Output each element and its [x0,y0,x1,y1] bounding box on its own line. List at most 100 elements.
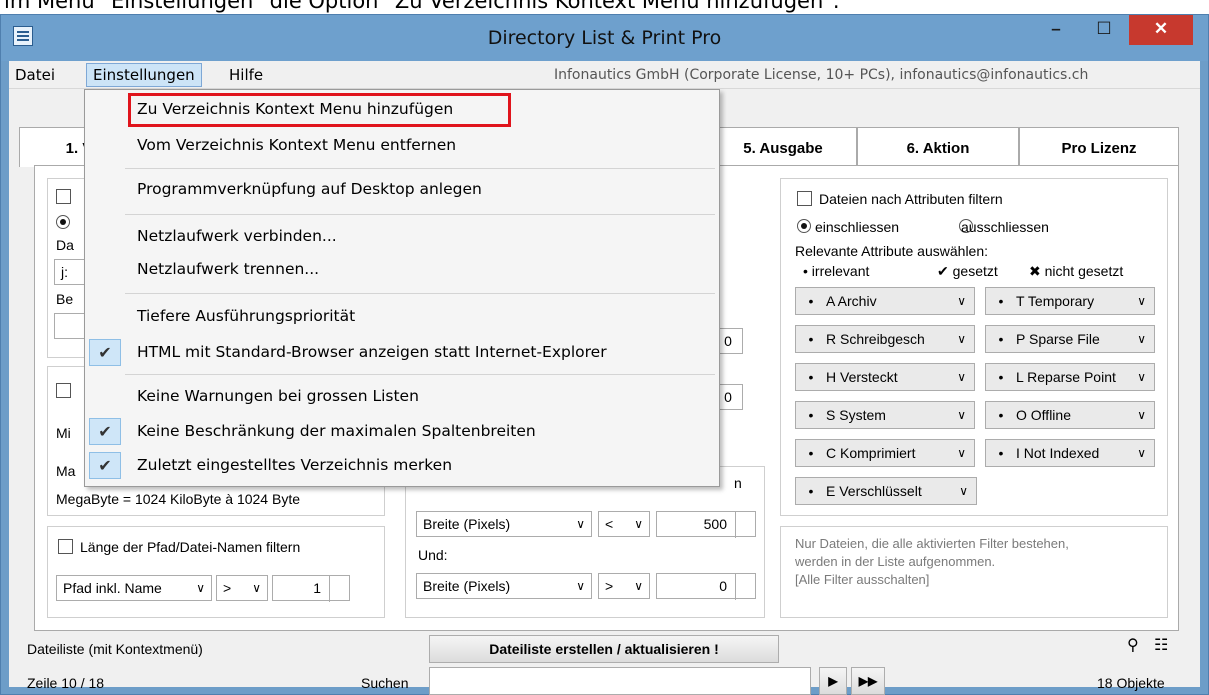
megabyte-note: MegaByte = 1024 KiloByte à 1024 Byte [56,491,300,507]
width-value-2-stepper[interactable]: 0 [656,573,756,600]
minimize-button[interactable]: – [1033,15,1079,45]
create-list-button[interactable]: Dateiliste erstellen / aktualisieren ! [429,635,779,663]
menu-item-desktop-shortcut[interactable]: Programmverknüpfung auf Desktop anlegen [85,173,719,206]
filter-icon[interactable]: ⚲ [1127,635,1139,655]
tab-pro-lizenz[interactable]: Pro Lizenz [1019,127,1179,167]
chevron-down-icon: ∨ [1137,446,1146,460]
attr-reparse-point[interactable]: • L Reparse Point ∨ [985,363,1155,391]
menu-item-label: Netzlaufwerk trennen... [137,260,320,278]
path-combo-value: Pfad inkl. Name [63,580,162,596]
dot-icon: • [998,369,1004,385]
attribute-filter-checkbox[interactable] [797,191,812,206]
menu-einstellungen[interactable]: Einstellungen [86,63,202,87]
dot-icon: • [998,445,1004,461]
attr-temporary[interactable]: • T Temporary ∨ [985,287,1155,315]
directory-radio[interactable] [56,215,70,229]
menu-item-connect-drive[interactable]: Netzlaufwerk verbinden... [85,220,719,253]
menu-hilfe[interactable]: Hilfe [223,63,269,87]
tab-ausgabe[interactable]: 5. Ausgabe [709,127,857,167]
path-combo[interactable]: Pfad inkl. Name ∨ [56,575,212,601]
chevron-down-icon: ∨ [634,579,643,593]
menu-item-html-browser[interactable]: ✔ HTML mit Standard-Browser anzeigen stat… [85,336,719,369]
title-bar: Directory List & Print Pro – ☐ ✕ [1,15,1208,61]
search-input[interactable] [429,667,811,695]
attr-verschluesselt[interactable]: • E Verschlüsselt ∨ [795,477,977,505]
menu-datei[interactable]: Datei [9,63,61,87]
attribute-filter-group: Dateien nach Attributen filtern einschli… [780,178,1168,516]
width-operator-2[interactable]: > ∨ [598,573,650,599]
attr-reparse-point-label: L Reparse Point [1016,369,1116,385]
relevant-label: Relevante Attribute auswählen: [795,243,989,259]
attr-versteckt-label: H Versteckt [826,369,898,385]
width-operator-1[interactable]: < ∨ [598,511,650,537]
menu-item-label: Keine Beschränkung der maximalen Spalten… [137,422,536,440]
dot-icon: • [808,407,814,423]
include-radio[interactable] [797,219,811,233]
chevron-down-icon: ∨ [576,579,585,593]
attr-system[interactable]: • S System ∨ [795,401,975,429]
attr-schreibgeschuetzt[interactable]: • R Schreibgesch ∨ [795,325,975,353]
partial-label-da: Da [56,237,74,253]
stepper-arrows-icon[interactable] [329,576,349,602]
attr-archiv-label: A Archiv [826,293,877,309]
legend-notset: ✖ nicht gesetzt [1029,263,1124,279]
width-combo-1[interactable]: Breite (Pixels) ∨ [416,511,592,537]
close-button[interactable]: ✕ [1129,15,1193,45]
include-label: einschliessen [815,219,900,235]
directory-checkbox[interactable] [56,189,71,204]
width-value-1: 500 [703,516,727,532]
path-operator-value: > [223,580,232,596]
legend-irrelevant: • irrelevant [803,263,870,279]
menu-item-label: Vom Verzeichnis Kontext Menu entfernen [137,136,457,154]
directory-combo-value: j: [61,264,68,280]
menu-item-no-column-limit[interactable]: ✔ Keine Beschränkung der maximalen Spalte… [85,415,719,448]
chevron-down-icon: ∨ [1137,332,1146,346]
menu-item-remember-directory[interactable]: ✔ Zuletzt eingestelltes Verzeichnis merke… [85,449,719,482]
object-count: 18 Objekte [1097,675,1165,691]
size-filter-checkbox[interactable] [56,383,71,398]
search-next-button[interactable]: ▶ [819,667,847,695]
attr-versteckt[interactable]: • H Versteckt ∨ [795,363,975,391]
search-last-button[interactable]: ▶▶ [851,667,885,695]
dot-icon: • [998,331,1004,347]
check-icon: ✔ [89,418,121,445]
menu-item-remove-context-menu[interactable]: Vom Verzeichnis Kontext Menu entfernen [85,129,719,162]
width-combo-1-value: Breite (Pixels) [423,516,511,532]
path-length-checkbox[interactable] [58,539,73,554]
width-value-1-stepper[interactable]: 500 [656,511,756,538]
menu-item-label: Programmverknüpfung auf Desktop anlegen [137,180,482,198]
menu-item-lower-priority[interactable]: Tiefere Ausführungspriorität [85,300,719,333]
attr-komprimiert[interactable]: • C Komprimiert ∨ [795,439,975,467]
tab-aktion[interactable]: 6. Aktion [857,127,1019,167]
chevron-down-icon: ∨ [1137,408,1146,422]
legend-set: ✔ gesetzt [937,263,998,279]
attr-sparse-file[interactable]: • P Sparse File ∨ [985,325,1155,353]
maximize-button[interactable]: ☐ [1081,15,1127,45]
path-operator-combo[interactable]: > ∨ [216,575,268,601]
attr-offline[interactable]: • O Offline ∨ [985,401,1155,429]
menu-item-disconnect-drive[interactable]: Netzlaufwerk trennen... [85,253,719,286]
highlight-frame [128,93,511,127]
menu-item-label: Tiefere Ausführungspriorität [137,307,356,325]
menu-item-label: Keine Warnungen bei grossen Listen [137,387,419,405]
chevron-down-icon: ∨ [957,446,966,460]
attr-archiv[interactable]: • A Archiv ∨ [795,287,975,315]
chevron-down-icon: ∨ [1137,370,1146,384]
attribute-note: Nur Dateien, die alle aktivierten Filter… [780,526,1168,618]
attr-sparse-file-label: P Sparse File [1016,331,1100,347]
menu-item-label: Zuletzt eingestelltes Verzeichnis merken [137,456,453,474]
tree-view-icon[interactable]: ☷ [1154,635,1168,655]
attr-verschluesselt-label: E Verschlüsselt [826,483,922,499]
row-info: Zeile 10 / 18 [27,675,105,691]
width-combo-2[interactable]: Breite (Pixels) ∨ [416,573,592,599]
disable-all-filters-link[interactable]: [Alle Filter ausschalten] [795,571,1153,589]
menu-item-no-warnings[interactable]: Keine Warnungen bei grossen Listen [85,380,719,413]
path-length-label: Länge der Pfad/Datei-Namen filtern [80,539,301,555]
path-value-stepper[interactable]: 1 [272,575,350,602]
stepper-arrows-icon[interactable] [735,512,755,538]
attr-not-indexed[interactable]: • I Not Indexed ∨ [985,439,1155,467]
width-filter-group: n Breite (Pixels) ∨ < ∨ 500 Und: Breite (P… [405,466,765,618]
chevron-down-icon: ∨ [252,581,261,595]
stepper-arrows-icon[interactable] [735,574,755,600]
width-combo-2-value: Breite (Pixels) [423,578,511,594]
